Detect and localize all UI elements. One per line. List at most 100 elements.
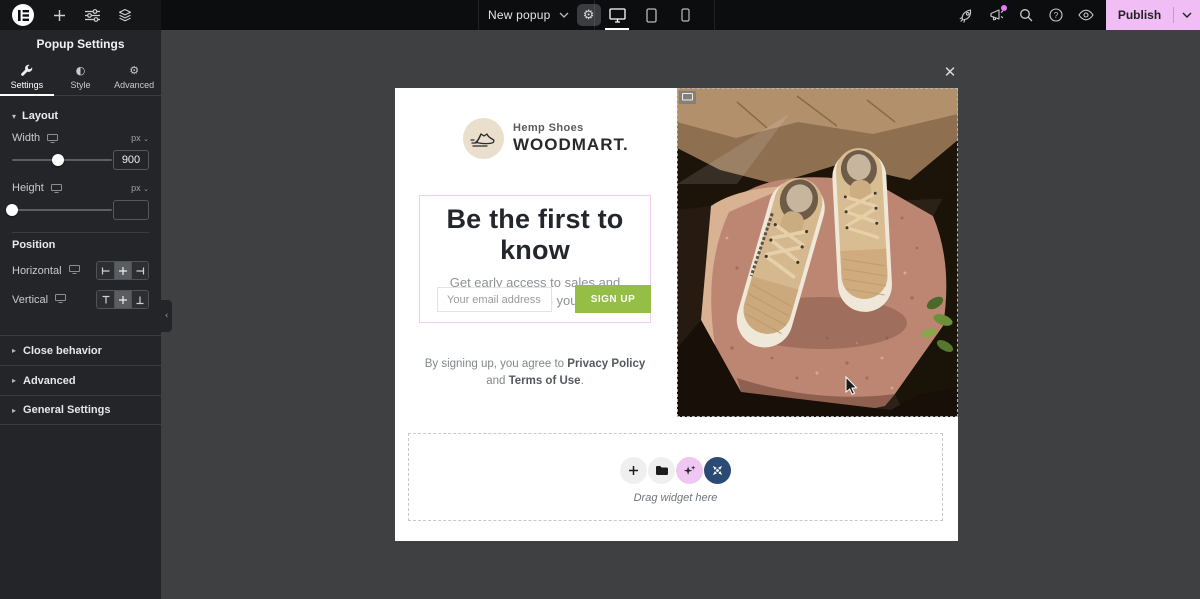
align-bottom-button[interactable] — [131, 291, 148, 308]
launchpad-button[interactable] — [958, 7, 974, 23]
structure-button[interactable] — [117, 7, 133, 23]
folder-icon — [655, 465, 668, 476]
device-tablet-button[interactable] — [634, 0, 668, 30]
panel-collapse-handle[interactable]: ‹ — [161, 300, 172, 332]
ai-builder-button[interactable] — [676, 457, 703, 484]
tab-advanced-label: Advanced — [114, 80, 154, 90]
whats-new-button[interactable] — [988, 7, 1004, 23]
caret-right-icon: ▸ — [12, 346, 16, 355]
elementor-logo-icon — [18, 10, 29, 21]
tab-settings[interactable]: Settings — [0, 58, 54, 95]
popup-settings-panel: Popup Settings Settings ◐ Style ⚙ Advanc… — [0, 30, 161, 599]
align-top-button[interactable] — [97, 291, 114, 308]
rocket-icon — [959, 8, 974, 23]
site-settings-button[interactable] — [84, 7, 100, 23]
layout-section-header[interactable]: ▾ Layout — [12, 106, 149, 132]
disclaimer-prefix: By signing up, you agree to — [425, 358, 568, 370]
desktop-icon — [609, 8, 626, 23]
add-template-button[interactable] — [648, 457, 675, 484]
popup-close-button[interactable]: ✕ — [941, 63, 959, 81]
vertical-align-group — [96, 290, 149, 309]
section-general-settings-label: General Settings — [23, 404, 110, 416]
privacy-policy-link[interactable]: Privacy Policy — [567, 358, 645, 370]
terms-of-use-link[interactable]: Terms of Use — [509, 375, 581, 387]
responsive-monitor-icon — [69, 265, 80, 277]
wrench-icon — [20, 64, 33, 77]
device-desktop-button[interactable] — [600, 0, 634, 30]
tablet-icon — [646, 8, 657, 23]
apply-kit-button[interactable] — [704, 457, 731, 484]
signup-button[interactable]: SIGN UP — [575, 285, 651, 313]
email-input[interactable] — [437, 287, 552, 312]
disclaimer-text: By signing up, you agree to Privacy Poli… — [419, 356, 651, 389]
divider — [12, 232, 149, 233]
plus-icon — [628, 465, 639, 476]
width-unit-select[interactable]: px ⌄ — [131, 133, 149, 143]
document-switcher: New popup ⚙ — [488, 0, 601, 30]
document-name[interactable]: New popup — [488, 8, 551, 22]
sliders-icon — [85, 9, 100, 22]
add-element-button[interactable] — [51, 7, 67, 23]
document-settings-button[interactable]: ⚙ — [577, 4, 601, 26]
editor-canvas: ✕ Hemp Shoes WOODMART. Be the first to k… — [161, 30, 1200, 599]
topbar-divider — [594, 0, 595, 30]
disclaimer-suffix: . — [581, 375, 584, 387]
layout-section: ▾ Layout Width px ⌄ Height px ⌄ — [0, 96, 161, 335]
height-value-input[interactable] — [113, 200, 149, 220]
tab-advanced[interactable]: ⚙ Advanced — [107, 58, 161, 95]
width-label: Width — [12, 132, 40, 144]
logo-circle — [463, 118, 504, 159]
height-slider-handle[interactable] — [6, 204, 18, 216]
responsive-monitor-icon — [47, 134, 58, 143]
caret-down-icon: ▾ — [12, 112, 16, 121]
eye-icon — [1078, 9, 1094, 21]
elementor-logo-button[interactable] — [12, 4, 34, 26]
responsive-monitor-icon — [55, 294, 66, 306]
caret-right-icon: ▸ — [12, 376, 16, 385]
width-value-input[interactable] — [113, 150, 149, 170]
svg-text:?: ? — [1054, 11, 1059, 20]
preview-button[interactable] — [1078, 7, 1094, 23]
align-center-button[interactable] — [114, 262, 131, 279]
section-advanced[interactable]: ▸ Advanced — [0, 365, 161, 395]
align-right-button[interactable] — [131, 262, 148, 279]
image-widget-handle[interactable] — [679, 91, 696, 104]
chevron-down-icon[interactable] — [559, 12, 569, 18]
topbar-divider — [478, 0, 479, 30]
search-icon — [1019, 8, 1033, 22]
device-mobile-button[interactable] — [668, 0, 702, 30]
position-title: Position — [12, 239, 149, 251]
plus-icon — [53, 9, 66, 22]
height-unit-select[interactable]: px ⌄ — [131, 183, 149, 193]
tab-style[interactable]: ◐ Style — [54, 58, 108, 95]
layers-icon — [118, 8, 132, 22]
ai-sparkle-icon — [683, 464, 696, 477]
publish-options-button[interactable] — [1174, 10, 1200, 21]
height-slider[interactable] — [12, 209, 112, 211]
width-slider[interactable] — [12, 159, 112, 161]
section-close-behavior[interactable]: ▸ Close behavior — [0, 335, 161, 365]
tab-settings-label: Settings — [11, 80, 44, 90]
gear-icon: ⚙ — [583, 8, 595, 23]
height-label: Height — [12, 182, 44, 194]
publish-button[interactable]: Publish — [1106, 0, 1200, 30]
help-button[interactable]: ? — [1048, 7, 1064, 23]
section-close-behavior-label: Close behavior — [23, 345, 102, 357]
section-general-settings[interactable]: ▸ General Settings — [0, 395, 161, 425]
notification-dot — [1001, 5, 1007, 11]
finder-search-button[interactable] — [1018, 7, 1034, 23]
height-control-row: Height px ⌄ — [12, 182, 149, 194]
align-middle-button[interactable] — [114, 291, 131, 308]
kit-pinwheel-icon — [711, 464, 724, 477]
dropzone-hint: Drag widget here — [409, 492, 942, 504]
image-handle-icon — [682, 93, 693, 102]
widget-dropzone[interactable]: Drag widget here — [408, 433, 943, 521]
horizontal-align-group — [96, 261, 149, 280]
align-left-button[interactable] — [97, 262, 114, 279]
add-widget-button[interactable] — [620, 457, 647, 484]
shoes-on-rock-photo — [677, 88, 958, 417]
brand-logo[interactable]: Hemp Shoes WOODMART. — [463, 118, 629, 159]
shoes-image-widget[interactable] — [677, 88, 958, 417]
width-slider-handle[interactable] — [52, 154, 64, 166]
disclaimer-middle: and — [486, 375, 508, 387]
